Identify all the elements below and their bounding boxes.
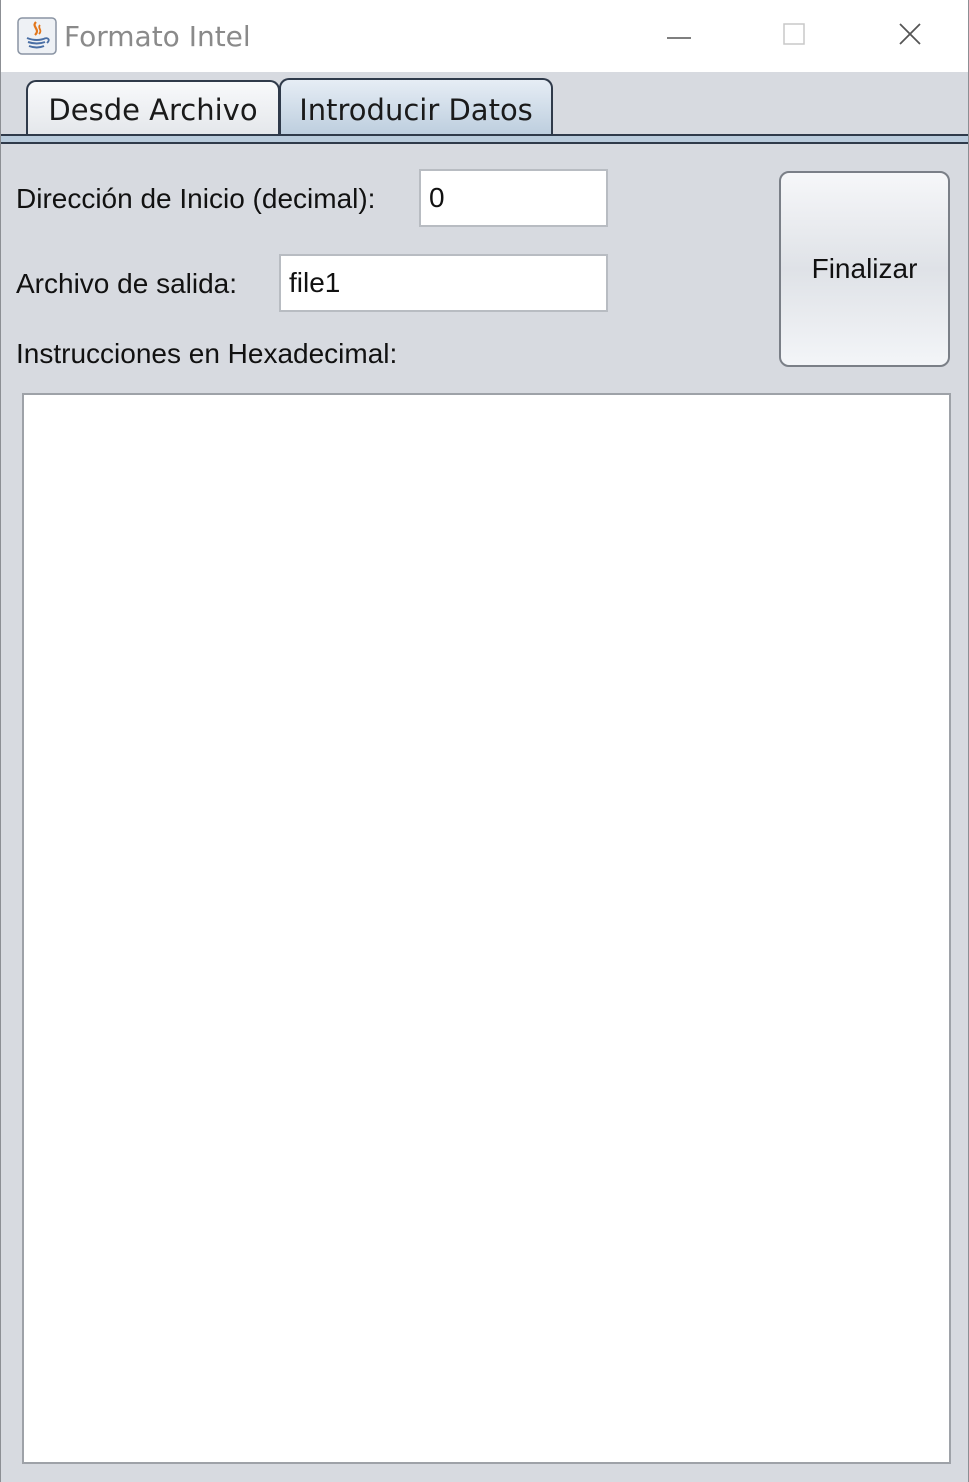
app-window: Formato Intel Desde Archivo Introducir D… (0, 0, 969, 1482)
output-file-input[interactable] (279, 254, 608, 312)
maximize-icon (783, 22, 805, 50)
hex-instructions-textarea[interactable] (22, 393, 951, 1464)
title-bar[interactable]: Formato Intel (1, 0, 968, 72)
output-file-label: Archivo de salida: (16, 268, 238, 299)
window-title: Formato Intel (64, 20, 251, 53)
finish-button[interactable]: Finalizar (779, 171, 950, 367)
minimize-icon (667, 27, 691, 45)
close-button[interactable] (878, 10, 942, 62)
close-icon (898, 22, 922, 51)
tab-desde-archivo[interactable]: Desde Archivo (26, 80, 280, 138)
tab-introducir-datos[interactable]: Introducir Datos (279, 78, 553, 140)
java-coffee-icon (17, 17, 57, 55)
start-address-label: Dirección de Inicio (decimal): (16, 183, 376, 214)
start-address-input[interactable] (419, 169, 608, 227)
hex-instructions-label: Instrucciones en Hexadecimal: (16, 338, 398, 369)
maximize-button[interactable] (762, 10, 826, 62)
tab-strip: Desde Archivo Introducir Datos (1, 72, 968, 148)
tab-content-border (1, 134, 968, 144)
minimize-button[interactable] (647, 10, 711, 62)
